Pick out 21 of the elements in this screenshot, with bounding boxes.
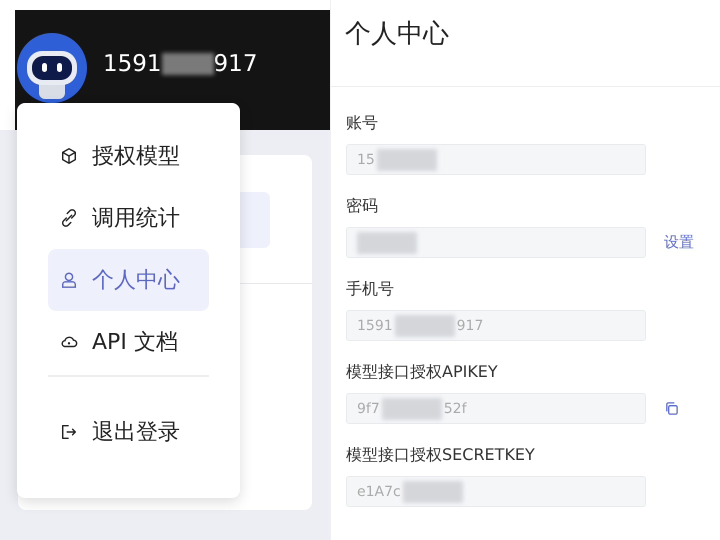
page-title: 个人中心 (345, 18, 449, 51)
field-label: 密码 (346, 196, 379, 217)
username-text: 1591 (103, 51, 162, 77)
field-label: 手机号 (346, 279, 395, 300)
set-link[interactable]: 设置 (664, 233, 694, 252)
copy-icon[interactable] (664, 401, 679, 416)
username-text: 917 (214, 51, 258, 77)
menu-item[interactable]: 个人中心 (48, 249, 209, 311)
menu-item[interactable]: 授权模型 (48, 125, 209, 187)
input-field[interactable] (346, 227, 646, 258)
field-label: 模型接口授权SECRETKEY (346, 445, 536, 466)
logout-icon (60, 423, 78, 441)
field-label: 模型接口授权APIKEY (346, 362, 499, 383)
menu-item[interactable]: API 文档 (48, 311, 209, 373)
menu-item[interactable]: 退出登录 (48, 401, 209, 463)
user-icon (60, 271, 78, 289)
robot-avatar-icon[interactable] (17, 33, 87, 103)
cube-icon (60, 147, 78, 165)
link-icon (60, 209, 78, 227)
menu-item[interactable]: 调用统计 (48, 187, 209, 249)
field-label: 账号 (346, 113, 379, 134)
